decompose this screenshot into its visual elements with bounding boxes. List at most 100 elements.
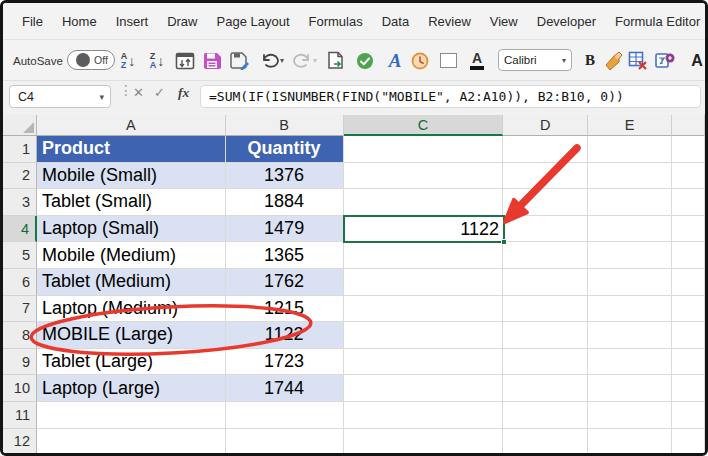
cell-E2[interactable] [588,163,672,190]
autosave-toggle[interactable]: Off [67,50,115,70]
cell-D12[interactable] [503,429,588,456]
table-header-quantity[interactable]: Quantity [226,136,344,163]
font-name-select[interactable]: Calibri▾ [498,49,572,71]
cell-E12[interactable] [588,429,672,456]
cell-E8[interactable] [588,322,672,349]
cell-C6[interactable] [344,269,504,296]
cell-A8[interactable]: MOBILE (Large) [37,322,226,349]
cell-D10[interactable] [503,375,588,402]
approved-icon[interactable] [352,40,378,81]
cell-E5[interactable] [588,242,672,269]
column-header-E[interactable]: E [588,115,672,136]
row-header-2[interactable]: 2 [3,163,37,190]
cell-E7[interactable] [588,296,672,323]
ribbon-tab-file[interactable]: File [17,12,48,31]
cell-A5[interactable]: Mobile (Medium) [37,242,226,269]
cell-F6[interactable] [672,269,705,296]
font-chevron-icon[interactable]: ▾ [562,56,566,65]
cell-F12[interactable] [672,429,705,456]
history-clock-icon[interactable] [407,40,433,81]
cell-A12[interactable] [37,429,226,456]
cell-B3[interactable]: 1884 [226,189,344,216]
cell-D4[interactable] [503,216,588,243]
cell-B9[interactable]: 1723 [226,349,344,376]
cell-E10[interactable] [588,375,672,402]
cell-F5[interactable] [672,242,705,269]
column-header-partial[interactable] [672,115,705,136]
cell-F10[interactable] [672,375,705,402]
cell-C1[interactable] [344,136,504,163]
row-header-11[interactable]: 11 [3,402,37,429]
cell-C12[interactable] [344,429,504,456]
cell-D11[interactable] [503,402,588,429]
format-painter-icon[interactable] [600,40,626,81]
select-all-corner[interactable] [3,115,37,136]
ribbon-tab-draw[interactable]: Draw [162,12,202,31]
save-icon[interactable] [199,40,225,81]
name-box[interactable]: C4 ▾ [9,85,111,108]
row-header-1[interactable]: 1 [3,136,37,163]
underline-color-icon[interactable]: A [464,40,490,81]
column-header-D[interactable]: D [503,115,588,136]
cell-E1[interactable] [588,136,672,163]
new-file-icon[interactable] [322,40,348,81]
row-header-5[interactable]: 5 [3,242,37,269]
cell-D2[interactable] [503,163,588,190]
cell-E11[interactable] [588,402,672,429]
ribbon-tab-formulas[interactable]: Formulas [304,12,368,31]
name-box-chevron-icon[interactable]: ▾ [99,92,104,102]
translate-icon[interactable] [652,40,678,81]
sort-ascending-icon[interactable]: AZ↓ [115,40,141,81]
cell-B8[interactable]: 1122 [226,322,344,349]
cell-D5[interactable] [503,242,588,269]
cell-F8[interactable] [672,322,705,349]
ribbon-tab-view[interactable]: View [485,12,523,31]
insert-function-icon[interactable]: fx [178,85,189,101]
cell-F4[interactable] [672,216,705,243]
row-header-9[interactable]: 9 [3,349,37,376]
cell-E4[interactable] [588,216,672,243]
ribbon-tab-data[interactable]: Data [377,12,414,31]
cell-B7[interactable]: 1215 [226,296,344,323]
column-header-A[interactable]: A [37,115,226,136]
cell-C8[interactable] [344,322,504,349]
fill-handle[interactable] [501,239,507,245]
font-size-partial-icon[interactable]: A [684,40,708,81]
cell-A7[interactable]: Laptop (Medium) [37,296,226,323]
cell-C2[interactable] [344,163,504,190]
cell-C3[interactable] [344,189,504,216]
cell-A6[interactable]: Tablet (Medium) [37,269,226,296]
cell-A9[interactable]: Tablet (Large) [37,349,226,376]
formula-input[interactable]: =SUM(IF(ISNUMBER(FIND("MOBILE", A2:A10))… [200,85,701,108]
row-header-6[interactable]: 6 [3,269,37,296]
row-header-4[interactable]: 4 [3,216,37,243]
cell-D6[interactable] [503,269,588,296]
ribbon-tab-formula-editor[interactable]: Formula Editor [610,12,705,31]
cell-F3[interactable] [672,189,705,216]
cell-A3[interactable]: Tablet (Small) [37,189,226,216]
cell-C10[interactable] [344,375,504,402]
cell-C7[interactable] [344,296,504,323]
cell-B5[interactable]: 1365 [226,242,344,269]
draw-letter-icon[interactable]: A [382,40,408,81]
row-header-8[interactable]: 8 [3,322,37,349]
cell-C9[interactable] [344,349,504,376]
cell-F1[interactable] [672,136,705,163]
cell-E3[interactable] [588,189,672,216]
cell-E9[interactable] [588,349,672,376]
row-header-7[interactable]: 7 [3,296,37,323]
ribbon-tab-home[interactable]: Home [57,12,102,31]
cell-F11[interactable] [672,402,705,429]
row-header-3[interactable]: 3 [3,189,37,216]
ribbon-tab-developer[interactable]: Developer [532,12,601,31]
undo-icon[interactable]: ▾ [259,40,285,81]
column-header-B[interactable]: B [226,115,344,136]
cell-B4[interactable]: 1479 [226,216,344,243]
row-header-10[interactable]: 10 [3,375,37,402]
ribbon-tab-insert[interactable]: Insert [111,12,154,31]
selected-cell-C4[interactable]: 1122 [343,215,505,244]
cell-B12[interactable] [226,429,344,456]
cell-E6[interactable] [588,269,672,296]
cell-F7[interactable] [672,296,705,323]
save-as-icon[interactable] [226,40,252,81]
